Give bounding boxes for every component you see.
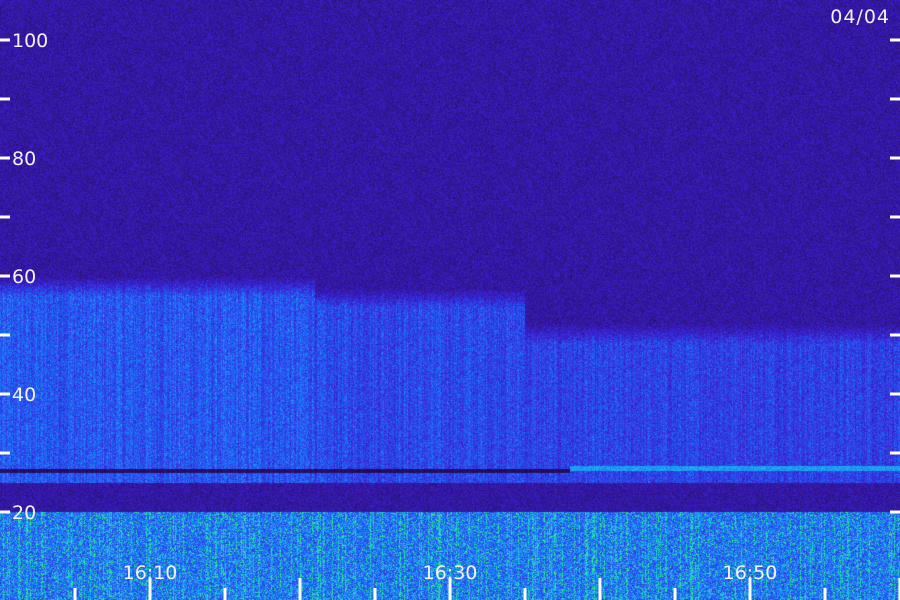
y-tick-label: 80 [12, 148, 36, 170]
y-tick-label: 100 [12, 30, 48, 52]
x-tick-label: 16:50 [723, 562, 778, 584]
y-tick-label: 60 [12, 266, 36, 288]
x-tick-label: 16:30 [423, 562, 478, 584]
date-label: 04/04 [830, 6, 890, 28]
spectrogram-panel: 100 80 60 40 20 16:10 16:30 16:50 04/04 [0, 0, 900, 600]
axis-overlay: 100 80 60 40 20 16:10 16:30 16:50 [0, 30, 900, 600]
y-tick-label: 20 [12, 502, 36, 524]
y-tick-label: 40 [12, 384, 36, 406]
x-tick-label: 16:10 [123, 562, 178, 584]
